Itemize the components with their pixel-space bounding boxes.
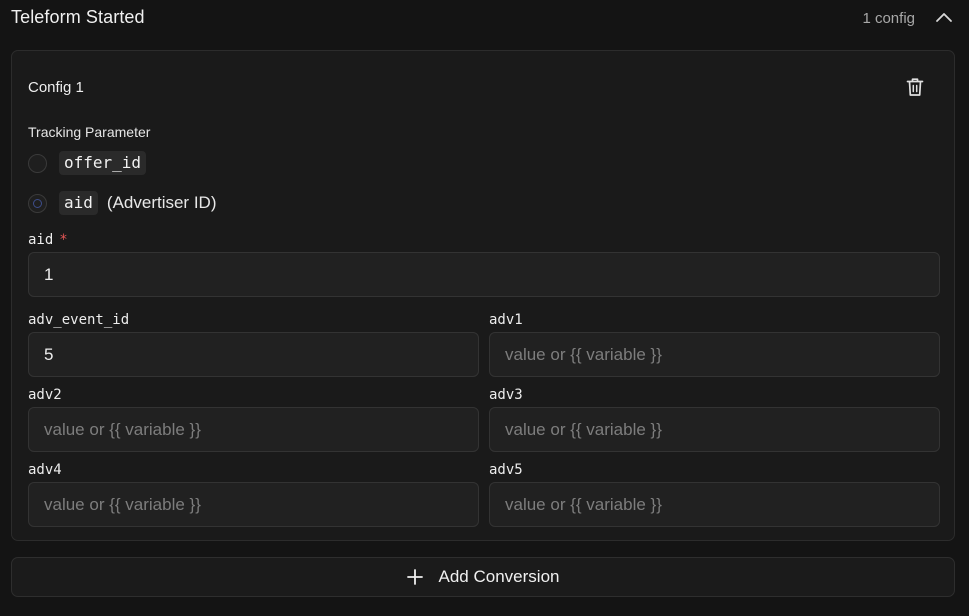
radio-button[interactable] (28, 153, 47, 173)
aid-label: aid * (28, 232, 68, 248)
adv4-input[interactable]: value or {{ variable }} (28, 482, 479, 527)
radio-button-selected[interactable] (28, 193, 47, 213)
collapse-button[interactable] (933, 6, 955, 28)
adv-event-id-input[interactable]: 5 (28, 332, 479, 377)
adv2-label: adv2 (28, 387, 62, 403)
add-conversion-label: Add Conversion (438, 567, 560, 586)
radio-option-aid[interactable]: aid (Advertiser ID) (28, 190, 216, 216)
adv5-label: adv5 (489, 462, 523, 478)
option-code: aid (59, 191, 98, 215)
radio-option-offer-id[interactable]: offer_id (28, 150, 147, 176)
adv3-label: adv3 (489, 387, 523, 403)
option-code: offer_id (59, 151, 147, 175)
adv2-input[interactable]: value or {{ variable }} (28, 407, 479, 452)
adv3-input[interactable]: value or {{ variable }} (489, 407, 940, 452)
adv1-input[interactable]: value or {{ variable }} (489, 332, 940, 377)
adv-event-id-label: adv_event_id (28, 312, 130, 328)
config-card: Config 1 Tracking Parameter offer_id aid… (11, 50, 955, 541)
delete-config-button[interactable] (904, 75, 926, 99)
config-title: Config 1 (28, 79, 84, 96)
plus-icon (406, 569, 423, 585)
tracking-parameter-label: Tracking Parameter (28, 124, 151, 140)
section-title: Teleform Started (11, 7, 145, 27)
config-count: 1 config (862, 10, 915, 27)
option-description: (Advertiser ID) (106, 193, 217, 212)
adv1-label: adv1 (489, 312, 523, 328)
adv4-label: adv4 (28, 462, 62, 478)
required-asterisk: * (59, 232, 68, 248)
adv5-input[interactable]: value or {{ variable }} (489, 482, 940, 527)
trash-icon (906, 78, 924, 96)
aid-input[interactable]: 1 (28, 252, 940, 297)
section-header: Teleform Started 1 config (0, 0, 969, 36)
chevron-up-icon (936, 13, 952, 22)
add-conversion-button[interactable]: Add Conversion (11, 557, 955, 597)
